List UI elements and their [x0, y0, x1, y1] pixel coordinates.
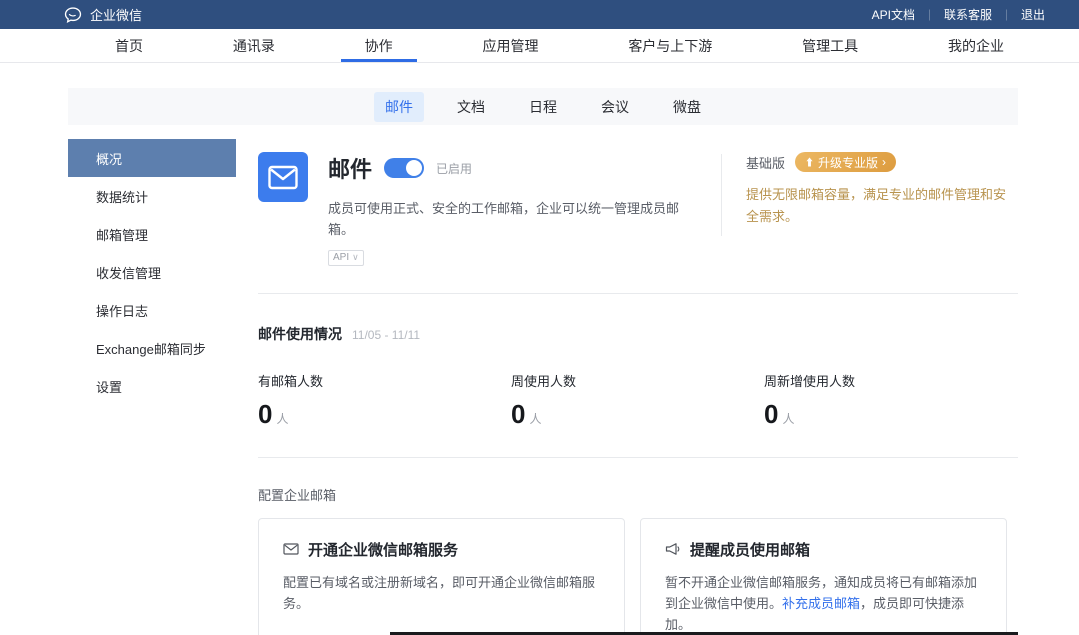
status-text: 已启用: [436, 160, 472, 177]
add-member-email-link[interactable]: 补充成员邮箱: [782, 596, 860, 611]
stat-unit: 人: [529, 410, 541, 427]
tab-meeting[interactable]: 会议: [590, 92, 640, 122]
sidebar: 概况 数据统计 邮箱管理 收发信管理 操作日志 Exchange邮箱同步 设置: [68, 125, 236, 635]
stat-value: 0: [764, 399, 778, 430]
config-cards: 开通企业微信邮箱服务 配置已有域名或注册新域名，即可开通企业微信邮箱服务。 配置…: [258, 518, 1018, 635]
nav-item-collaboration[interactable]: 协作: [365, 29, 393, 62]
stat-weekly-users: 周使用人数 0 人: [511, 371, 764, 430]
page-container: 邮件 文档 日程 会议 微盘 概况 数据统计 邮箱管理 收发信管理 操作日志 E…: [0, 63, 1079, 635]
app-header: 邮件 已启用 成员可使用正式、安全的工作邮箱，企业可以统一管理成员邮箱。 API…: [258, 152, 1018, 266]
card-remind-members: 提醒成员使用邮箱 暂不开通企业微信邮箱服务，通知成员将已有邮箱添加到企业微信中使…: [640, 518, 1007, 635]
plan-panel: 基础版 升级专业版 › 提供无限邮箱容量，满足专业的邮件管理和安全需求。: [746, 152, 1018, 266]
tab-schedule[interactable]: 日程: [518, 92, 568, 122]
nav-item-home[interactable]: 首页: [115, 29, 143, 62]
contact-support-link[interactable]: 联系客服: [944, 6, 992, 23]
divider: ｜: [924, 7, 935, 23]
megaphone-icon: [665, 542, 681, 556]
toggle-knob: [406, 160, 422, 176]
stat-mailbox-users: 有邮箱人数 0 人: [258, 371, 511, 430]
plan-label: 基础版: [746, 153, 785, 172]
upgrade-badge-label: 升级专业版: [818, 154, 878, 171]
sidebar-item-statistics[interactable]: 数据统计: [68, 177, 236, 215]
api-tag-label: API: [333, 252, 349, 263]
tab-docs[interactable]: 文档: [446, 92, 496, 122]
logout-link[interactable]: 退出: [1021, 6, 1045, 23]
main-panel: 邮件 已启用 成员可使用正式、安全的工作邮箱，企业可以统一管理成员邮箱。 API…: [236, 125, 1018, 635]
sidebar-item-settings[interactable]: 设置: [68, 367, 236, 405]
card-title: 提醒成员使用邮箱: [690, 539, 810, 560]
config-section-title: 配置企业邮箱: [258, 485, 1018, 504]
stat-unit: 人: [782, 410, 794, 427]
card-description: 配置已有域名或注册新域名，即可开通企业微信邮箱服务。: [283, 572, 600, 615]
nav-item-app-management[interactable]: 应用管理: [482, 29, 538, 62]
divider: ｜: [1001, 7, 1012, 23]
stat-label: 周新增使用人数: [764, 371, 1017, 390]
plan-description: 提供无限邮箱容量，满足专业的邮件管理和安全需求。: [746, 184, 1018, 228]
stat-value: 0: [511, 399, 525, 430]
nav-item-my-company[interactable]: 我的企业: [948, 29, 1004, 62]
stat-label: 周使用人数: [511, 371, 764, 390]
topbar: 企业微信 API文档 ｜ 联系客服 ｜ 退出: [0, 0, 1079, 29]
card-title: 开通企业微信邮箱服务: [308, 539, 458, 560]
logo[interactable]: 企业微信: [64, 5, 142, 24]
usage-date-range: 11/05 - 11/11: [352, 328, 420, 342]
tab-drive[interactable]: 微盘: [662, 92, 712, 122]
stat-weekly-new-users: 周新增使用人数 0 人: [764, 371, 1017, 430]
topbar-links: API文档 ｜ 联系客服 ｜ 退出: [872, 6, 1045, 23]
tab-mail[interactable]: 邮件: [374, 92, 424, 122]
stat-unit: 人: [276, 410, 288, 427]
main-nav: 首页 通讯录 协作 应用管理 客户与上下游 管理工具 我的企业: [0, 29, 1079, 63]
sidebar-item-exchange-sync[interactable]: Exchange邮箱同步: [68, 329, 236, 367]
card-activate-mailbox: 开通企业微信邮箱服务 配置已有域名或注册新域名，即可开通企业微信邮箱服务。 配置…: [258, 518, 625, 635]
usage-stats: 有邮箱人数 0 人 周使用人数 0 人 周新增使用人数 0: [258, 371, 1018, 430]
page-title: 邮件: [328, 152, 372, 184]
content: 概况 数据统计 邮箱管理 收发信管理 操作日志 Exchange邮箱同步 设置: [68, 125, 1018, 635]
upgrade-badge[interactable]: 升级专业版 ›: [795, 152, 896, 172]
usage-section-title: 邮件使用情况: [258, 324, 342, 344]
vertical-divider: [721, 154, 722, 236]
stat-value: 0: [258, 399, 272, 430]
sidebar-item-overview[interactable]: 概况: [68, 139, 236, 177]
nav-item-customers[interactable]: 客户与上下游: [628, 29, 712, 62]
app-description: 成员可使用正式、安全的工作邮箱，企业可以统一管理成员邮箱。: [328, 199, 701, 241]
app-info: 邮件 已启用 成员可使用正式、安全的工作邮箱，企业可以统一管理成员邮箱。 API…: [328, 152, 701, 266]
wecom-logo-icon: [64, 7, 82, 23]
api-docs-link[interactable]: API文档: [872, 6, 915, 23]
app-title: 企业微信: [90, 5, 142, 24]
api-dropdown[interactable]: API ∨: [328, 250, 364, 266]
chevron-right-icon: ›: [882, 155, 886, 169]
sidebar-item-send-receive[interactable]: 收发信管理: [68, 253, 236, 291]
mail-enabled-toggle[interactable]: [384, 158, 424, 178]
divider: [258, 457, 1018, 458]
collab-tabstrip: 邮件 文档 日程 会议 微盘: [68, 88, 1018, 125]
mail-app-icon: [258, 152, 308, 202]
upgrade-rocket-icon: [805, 157, 814, 167]
nav-item-contacts[interactable]: 通讯录: [233, 29, 275, 62]
card-description: 暂不开通企业微信邮箱服务，通知成员将已有邮箱添加到企业微信中使用。补充成员邮箱，…: [665, 572, 982, 635]
chevron-down-icon: ∨: [352, 253, 359, 262]
stat-label: 有邮箱人数: [258, 371, 511, 390]
nav-item-admin-tools[interactable]: 管理工具: [802, 29, 858, 62]
sidebar-item-operation-log[interactable]: 操作日志: [68, 291, 236, 329]
divider: [258, 293, 1018, 294]
envelope-icon: [283, 542, 299, 556]
sidebar-item-mailbox-management[interactable]: 邮箱管理: [68, 215, 236, 253]
